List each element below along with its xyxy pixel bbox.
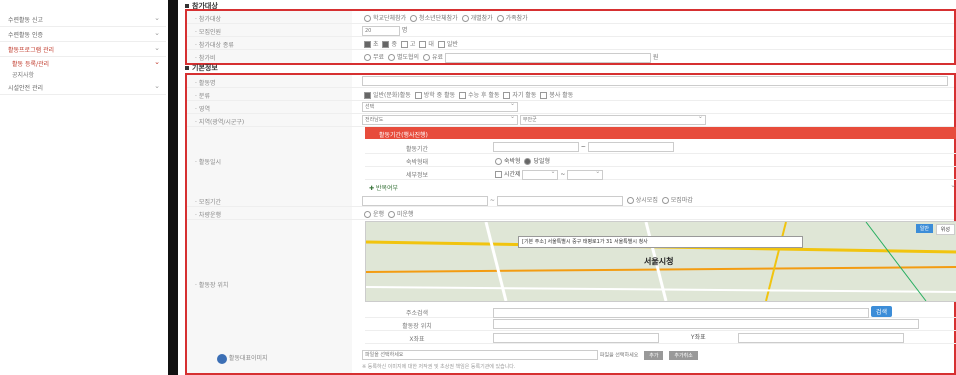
period-panel-header[interactable]: 활동기간(행사진행) xyxy=(365,127,956,139)
period-start-input[interactable] xyxy=(493,142,579,152)
recruit-label: 모집인원 xyxy=(195,27,221,36)
period-panel-title: 활동기간(행사진행) xyxy=(379,132,428,139)
sidebar-item-label: 활동프로그램 관리 xyxy=(8,47,55,54)
chevron-down-icon: ⌄ xyxy=(154,29,160,37)
period-label: 활동기간 xyxy=(405,146,429,153)
address-search-input[interactable] xyxy=(493,307,869,318)
cancel-image-button[interactable]: 추가취소 xyxy=(669,350,698,360)
sidebar-item-label: 활동 등록/관리 xyxy=(12,61,50,68)
vehicle-label: 차량운행 xyxy=(195,210,221,219)
map-tab-satellite[interactable]: 위성 xyxy=(935,224,955,235)
image-note: ※ 등록하신 이미지에 대한 저작권 및 초상권 책임은 등록기관에 있습니다. xyxy=(362,364,516,370)
sidebar-item-label: 시설안전 관리 xyxy=(8,85,44,92)
sidebar-item-label: 수련활동 인증 xyxy=(8,32,44,39)
recruit-period-label: 모집기간 xyxy=(195,197,221,206)
region-label: 지역(광역/시군구) xyxy=(195,117,244,126)
recruit-unit: 명 xyxy=(401,27,408,34)
sidebar-item-facility-safety[interactable]: 시설안전 관리 ⌄ xyxy=(0,80,166,95)
image-status: 파일을 선택하세요 xyxy=(599,352,639,359)
sidebar-item-label: 수련활동 신고 xyxy=(8,17,44,24)
vertical-divider xyxy=(168,0,178,375)
x-coord-label: X좌표 xyxy=(409,336,425,343)
location-label: 활동장 위치 xyxy=(195,280,229,289)
time-checkbox[interactable] xyxy=(495,171,502,178)
address-search-button[interactable]: 검색 xyxy=(870,306,892,317)
name-label: 활동명 xyxy=(195,78,216,87)
location-input[interactable] xyxy=(493,319,919,329)
field-label: 영역 xyxy=(195,104,210,113)
activity-name-input[interactable] xyxy=(362,76,948,86)
section-title-basic: 기본정보 xyxy=(185,63,218,73)
chevron-down-icon: ⌄ xyxy=(154,82,160,90)
stay-radio-group[interactable]: 숙박형 당일형 xyxy=(493,156,550,165)
region-select-city[interactable]: 무안군 xyxy=(519,113,706,125)
participation-box: 참가대상 학교단체참가 청소년단체참가 개별참가 가족참가 모집인원 20 명 … xyxy=(185,9,956,65)
sidebar-item-program-manage[interactable]: 활동프로그램 관리 ⌄ xyxy=(0,42,166,57)
schedule-label: 활동일시 xyxy=(195,157,221,166)
chevron-down-icon: ⌄ xyxy=(950,181,956,189)
category-label: 분류 xyxy=(195,91,210,100)
sidebar-item-activity-report[interactable]: 수련활동 신고 ⌄ xyxy=(0,12,166,27)
fee-input[interactable] xyxy=(444,52,651,63)
recruit-start-input[interactable] xyxy=(362,195,488,206)
recruit-count-input[interactable]: 20 xyxy=(362,25,400,36)
stay-label: 숙박형태 xyxy=(405,159,429,166)
end-hour-select[interactable] xyxy=(567,168,604,180)
target-label: 참가대상 xyxy=(195,14,221,23)
main-content: 참가대상 참가대상 학교단체참가 청소년단체참가 개별참가 가족참가 모집인원 … xyxy=(185,0,956,375)
repeat-label: 반복여부 xyxy=(375,185,399,192)
image-label: 활동대표이미지 xyxy=(228,355,268,362)
map-info-tooltip: [기본 주소] 서울특별시 중구 태평로1가 31 서울특별시 청사 xyxy=(518,236,803,248)
fee-radio-group[interactable]: 무료 별도협의 유료 원 xyxy=(362,52,658,63)
chevron-down-icon: ⌄ xyxy=(154,14,160,22)
add-image-button[interactable]: 추가 xyxy=(644,350,664,360)
location-map[interactable]: [기본 주소] 서울특별시 중구 태평로1가 31 서울특별시 청사 서울시청 … xyxy=(365,221,956,302)
recruit-end-input[interactable] xyxy=(496,195,623,206)
y-coord-input[interactable] xyxy=(737,332,904,343)
period-end-input[interactable] xyxy=(587,142,674,152)
sidebar-item-label: 공지사항 xyxy=(12,72,35,79)
target-radio-group[interactable]: 학교단체참가 청소년단체참가 개별참가 가족참가 xyxy=(362,13,528,22)
repeat-row[interactable]: ✚ 반복여부 ⌄ xyxy=(365,180,956,192)
map-tab-normal[interactable]: 일반 xyxy=(915,224,933,233)
vehicle-radio-group[interactable]: 운행 미운행 xyxy=(362,209,414,218)
field-select[interactable]: 선택 xyxy=(362,100,518,112)
address-search-label: 주소검색 xyxy=(405,310,429,317)
sidebar: 수련활동 신고 ⌄ 수련활동 인증 ⌄ 활동프로그램 관리 ⌄ 활동 등록/관리… xyxy=(0,0,169,375)
time-option-label: 시간제 xyxy=(504,171,521,178)
x-coord-input[interactable] xyxy=(493,332,659,343)
map-city-hall-label: 서울시청 xyxy=(644,257,674,266)
y-coord-label: Y좌표 xyxy=(690,334,706,341)
type-label: 참가대상 종류 xyxy=(195,40,234,49)
image-file-input[interactable]: 파일을 선택하세요 xyxy=(362,350,598,360)
category-checkbox-group[interactable]: 일반(문화)활동 방학 중 활동 수능 후 활동 자기 활동 봉사 활동 xyxy=(362,90,573,99)
sidebar-subitem-notice[interactable]: 공지사항 xyxy=(0,68,166,80)
region-select-province[interactable]: 전라남도 xyxy=(362,113,518,125)
chevron-down-icon: ⌄ xyxy=(154,44,160,52)
location-field-label: 활동장 위치 xyxy=(402,323,432,330)
chevron-down-icon: ⌄ xyxy=(154,58,160,66)
basic-info-box: 활동명 분류 일반(문화)활동 방학 중 활동 수능 후 활동 자기 활동 봉사… xyxy=(185,73,956,375)
globe-icon xyxy=(217,353,227,364)
detail-label: 세부정보 xyxy=(405,172,429,179)
start-hour-select[interactable] xyxy=(522,168,559,180)
sidebar-item-activity-cert[interactable]: 수련활동 인증 ⌄ xyxy=(0,27,166,42)
type-checkbox-group[interactable]: 초 중 고 대 일반 xyxy=(362,39,458,48)
fee-label: 참가비 xyxy=(195,53,216,62)
